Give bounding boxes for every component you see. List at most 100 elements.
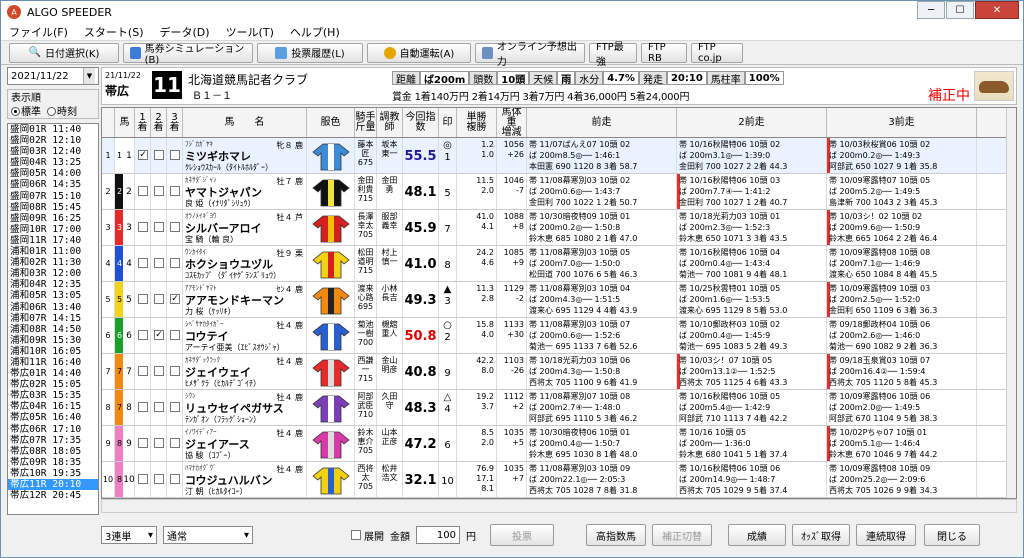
race-list-item[interactable]: 盛岡09R 16:25 — [8, 213, 98, 224]
race-list-item[interactable]: 浦和01R 11:00 — [8, 246, 98, 257]
race-list-item[interactable]: 帯広08R 18:05 — [8, 446, 98, 457]
high-index-button[interactable]: 高指数馬 — [586, 524, 646, 546]
third-checkbox[interactable] — [167, 462, 183, 497]
third-checkbox[interactable] — [167, 390, 183, 425]
date-select-button[interactable]: 🔍 日付選択(K) — [9, 42, 119, 63]
minimize-button[interactable]: ─ — [917, 1, 945, 19]
ftp-cojp-button[interactable]: FTP co.jp — [691, 42, 743, 64]
prev-race-1[interactable]: 帯 11/08幕寒別07 10頭 08 ば 200m2.7④── 1:48:0 … — [527, 390, 677, 425]
prev-race-3[interactable]: 帯 10/09寒露特07 10頭 05 ば 200m5.2◎── 1:49:5 … — [827, 174, 977, 209]
table-row[interactable]: 8 7 8 ｼｳﾝ 牡４ 鹿 リュウセイペガサス ﾃﾝｶﾞｵﾝ（ﾌﾗｯｸﾞｼｮｰ… — [102, 390, 1016, 426]
horse-name-cell[interactable]: ﾊﾏﾅｶｵｸﾞｳﾞ 牡４ 鹿 コウジュハルバン 汀 朝（ﾋｶﾙﾀｲｺｰ） — [183, 462, 307, 497]
race-list-item[interactable]: 浦和06R 13:40 — [8, 302, 98, 313]
prev-race-3[interactable]: 帯 10/09寒露特08 10頭 09 ば 200m25.2◎── 2:09:6… — [827, 462, 977, 497]
radio-time[interactable]: 時刻 — [47, 103, 77, 118]
third-checkbox[interactable]: ✓ — [167, 282, 183, 317]
race-list-item[interactable]: 浦和11R 16:40 — [8, 357, 98, 368]
simulation-button[interactable]: 馬券シミュレーション(B) — [123, 42, 253, 66]
race-list-item[interactable]: 浦和07R 14:15 — [8, 313, 98, 324]
third-checkbox[interactable] — [167, 426, 183, 461]
second-checkbox[interactable] — [151, 426, 167, 461]
vote-button[interactable]: 投票 — [490, 524, 554, 546]
race-list-item[interactable]: 盛岡08R 15:45 — [8, 202, 98, 213]
race-list-item[interactable]: 浦和08R 14:50 — [8, 324, 98, 335]
continuous-fetch-button[interactable]: 連続取得 — [856, 524, 916, 546]
first-checkbox[interactable] — [135, 174, 151, 209]
bet-type-select[interactable]: 3連単 ▾ — [101, 526, 157, 544]
prev-race-1[interactable]: 帯 10/18光莉力03 10頭 06 ば 200m4.3◎── 1:50:8 … — [527, 354, 677, 389]
race-list-item[interactable]: 盛岡06R 14:35 — [8, 179, 98, 190]
table-row[interactable]: 1 1 1 ✓ ﾌｼﾞｶｶﾞﾔｷ 牝８ 鹿 ミツギホマレ ｸﾚｼｮｳｽｶｰﾙ（ﾀ… — [102, 138, 1016, 174]
prev-race-1[interactable]: 帯 11/08幕寒別03 10頭 04 ば 200m4.3◎── 1:51:5 … — [527, 282, 677, 317]
close-window-button[interactable]: ✕ — [975, 1, 1019, 19]
race-list-item[interactable]: 帯広07R 17:35 — [8, 435, 98, 446]
race-list-item[interactable]: 帯広10R 19:35 — [8, 468, 98, 479]
second-checkbox[interactable] — [151, 246, 167, 281]
horse-name-cell[interactable]: ｼﾍﾞｻﾔｶﾀｲｶﾞｰ 牡４ 鹿 コウテイ アーテイ亜美（ｴﾋﾟｽｵｳｼﾞｬ） — [183, 318, 307, 353]
second-checkbox[interactable] — [151, 138, 167, 173]
prev-race-3[interactable]: 帯 10/03シ！02 10頭 02 ば 200m9.6◎── 1:50:9 鈴… — [827, 210, 977, 245]
maximize-button[interactable]: ☐ — [946, 1, 974, 19]
second-checkbox[interactable] — [151, 354, 167, 389]
table-row[interactable]: 3 3 3 ｵﾗﾉﾒｲｷﾞﾖｳ 牡４ 芦 シルバーアロイ 宝 騎（輪 良） 長澤… — [102, 210, 1016, 246]
race-list-item[interactable]: 盛岡05R 14:00 — [8, 168, 98, 179]
horizontal-scrollbar[interactable] — [101, 499, 1017, 513]
mode-select[interactable]: 通常 ▾ — [163, 526, 253, 544]
horse-name-cell[interactable]: ｶﾈｻﾀﾞｯｸﾗｯｸ 牡４ 鹿 ジェイウェイ ﾋﾒｻﾞｸﾗ（ﾋｶﾙﾃﾞｺﾞｲﾁ） — [183, 354, 307, 389]
race-list-item[interactable]: 浦和09R 15:30 — [8, 335, 98, 346]
prev-race-1[interactable]: 帯 11/08幕寒別03 10頭 02 ば 200m0.6◎── 1:43:7 … — [527, 174, 677, 209]
ftp-rb-button[interactable]: FTP RB — [641, 42, 687, 64]
second-checkbox[interactable] — [151, 282, 167, 317]
menu-data[interactable]: データ(D) — [152, 24, 218, 40]
prev-race-3[interactable]: 帯 09/18玉泉賞03 10頭 07 ば 200m16.4②── 1:59:4… — [827, 354, 977, 389]
table-row[interactable]: 2 2 2 ｶﾈｻﾀﾞｼﾞｬﾝ 牡７ 鹿 ヤマトジャパン 良 姫（ｲﾅﾘﾀﾞｼﾘ… — [102, 174, 1016, 210]
chevron-down-icon[interactable]: ▼ — [83, 68, 95, 84]
table-row[interactable]: 7 7 7 ｶﾈｻﾀﾞｯｸﾗｯｸ 牡４ 鹿 ジェイウェイ ﾋﾒｻﾞｸﾗ（ﾋｶﾙﾃ… — [102, 354, 1016, 390]
first-checkbox[interactable] — [135, 462, 151, 497]
race-list-item[interactable]: 帯広02R 15:05 — [8, 379, 98, 390]
race-list-item[interactable]: 浦和02R 11:30 — [8, 257, 98, 268]
prev-race-2[interactable]: 帯 10/16秋陽特06 10頭 06 ば 200m14.9◎── 1:48:7… — [677, 462, 827, 497]
horse-name-cell[interactable]: ｱｱﾓﾝﾄﾞﾔﾏﾄ ｾﾝ４ 鹿 アアモンドキーマン 力 桜（ｹｯﾘｷ） — [183, 282, 307, 317]
horse-name-cell[interactable]: ｼｳﾝ 牡４ 鹿 リュウセイペガサス ﾃﾝｶﾞｵﾝ（ﾌﾗｯｸﾞｼｮｰﾝ） — [183, 390, 307, 425]
horse-name-cell[interactable]: ｳﾝｶｲﾀｲ 牡９ 栗 ホクショウユヅル ｺｽﾓｶｯﾌﾟ（ﾀﾞｲﾔｸﾞﾗﾝｽﾞﾘ… — [183, 246, 307, 281]
prev-race-3[interactable]: 帯 10/09寒露特06 10頭 06 ば 200m2.0◎── 1:49:5 … — [827, 390, 977, 425]
first-checkbox[interactable] — [135, 318, 151, 353]
first-checkbox[interactable]: ✓ — [135, 138, 151, 173]
horse-name-cell[interactable]: ｲﾉﾜｲﾃﾞｨｱｰ 牡４ 鹿 ジェイアース 協 駿（ｺﾌﾞｰ） — [183, 426, 307, 461]
race-list-item[interactable]: 浦和05R 13:05 — [8, 290, 98, 301]
third-checkbox[interactable] — [167, 210, 183, 245]
menu-help[interactable]: ヘルプ(H) — [282, 24, 348, 40]
hosei-toggle-button[interactable]: 補正切替 — [652, 524, 712, 546]
prev-race-1[interactable]: 帯 10/30暗夜特06 10頭 01 ば 200m0.4◎── 1:50:7 … — [527, 426, 677, 461]
prev-race-3[interactable]: 帯 10/09寒露特09 10頭 03 ば 200m2.5◎── 1:52:0 … — [827, 282, 977, 317]
table-row[interactable]: 10 8 10 ﾊﾏﾅｶｵｸﾞｳﾞ 牡４ 鹿 コウジュハルバン 汀 朝（ﾋｶﾙﾀ… — [102, 462, 1016, 498]
menu-tools[interactable]: ツール(T) — [218, 24, 282, 40]
prev-race-3[interactable]: 帯 10/09寒露特08 10頭 08 ば 200m7.1◎── 1:46:9 … — [827, 246, 977, 281]
table-row[interactable]: 6 6 6 ✓ ｼﾍﾞｻﾔｶﾀｲｶﾞｰ 牡４ 鹿 コウテイ アーテイ亜美（ｴﾋﾟ… — [102, 318, 1016, 354]
table-row[interactable]: 9 8 9 ｲﾉﾜｲﾃﾞｨｱｰ 牡４ 鹿 ジェイアース 協 駿（ｺﾌﾞｰ） 鈴木… — [102, 426, 1016, 462]
prev-race-3[interactable]: 帯 10/02Pちゃ07 10頭 01 ば 200m5.1◎── 1:46:4 … — [827, 426, 977, 461]
second-checkbox[interactable] — [151, 390, 167, 425]
prev-race-3[interactable]: 帯 10/03秋桜賞06 10頭 02 ば 200m0.2◎── 1:49:3 … — [827, 138, 977, 173]
race-list-item[interactable]: 帯広04R 16:15 — [8, 401, 98, 412]
radio-standard[interactable]: 標準 — [11, 103, 41, 118]
prev-race-1[interactable]: 帯 10/30暗夜特09 10頭 01 ば 200m0.2◎── 1:50:8 … — [527, 210, 677, 245]
prev-race-1[interactable]: 帯 11/08幕寒別03 10頭 09 ば 200m22.1◎── 2:05:3… — [527, 462, 677, 497]
second-checkbox[interactable] — [151, 174, 167, 209]
horse-name-cell[interactable]: ﾌｼﾞｶｶﾞﾔｷ 牝８ 鹿 ミツギホマレ ｸﾚｼｮｳｽｶｰﾙ（ﾀｲﾄﾙﾎﾙﾀﾞｰ… — [183, 138, 307, 173]
race-list-item[interactable]: 盛岡04R 13:25 — [8, 157, 98, 168]
first-checkbox[interactable] — [135, 282, 151, 317]
race-list-item[interactable]: 盛岡10R 17:00 — [8, 224, 98, 235]
first-checkbox[interactable] — [135, 354, 151, 389]
amount-input[interactable]: 100 — [416, 526, 460, 544]
menu-start[interactable]: スタート(S) — [76, 24, 152, 40]
prev-race-2[interactable]: 帯 10/03シ！07 10頭 05 ば 200m13.1②── 1:52:5 … — [677, 354, 827, 389]
race-list-item[interactable]: 盛岡03R 12:40 — [8, 146, 98, 157]
race-list-item[interactable]: 浦和10R 16:05 — [8, 346, 98, 357]
race-list-item[interactable]: 盛岡11R 17:40 — [8, 235, 98, 246]
first-checkbox[interactable] — [135, 210, 151, 245]
prev-race-2[interactable]: 帯 10/16秋陽特06 10頭 05 ば 200m5.4◎── 1:42:9 … — [677, 390, 827, 425]
prev-race-1[interactable]: 帯 11/07ばんえ07 10頭 02 ば 200m8.5◎── 1:46:1 … — [527, 138, 677, 173]
ftp-saikyo-button[interactable]: FTP最強 — [589, 42, 637, 68]
